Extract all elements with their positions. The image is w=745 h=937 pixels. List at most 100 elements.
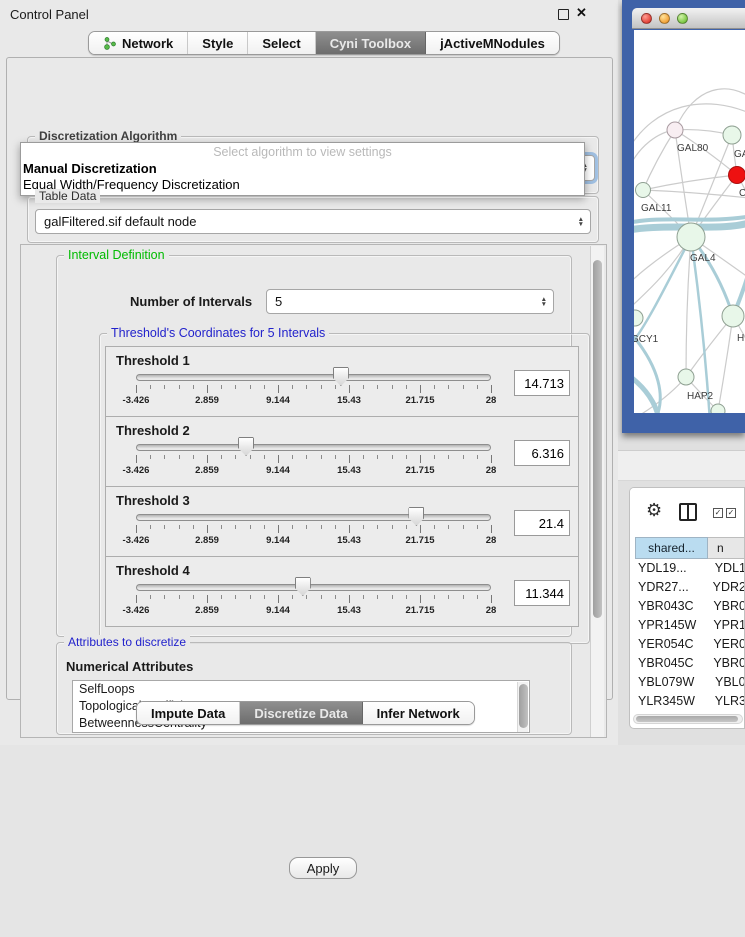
group-title: Table Data [35,189,100,203]
cell-shared-name: YIL052C [635,711,708,713]
group-title: Attributes to discretize [64,635,190,649]
slider-thumb[interactable] [408,507,424,526]
combo-arrows-icon: ▲▼ [578,217,584,227]
table-row[interactable]: YBR045CYBR0 [635,654,745,673]
tick-mark [292,455,293,459]
tick-mark [221,455,222,459]
table-row[interactable]: YDL19...YDL1 [635,559,745,578]
tab-impute-data[interactable]: Impute Data [137,702,240,724]
network-node[interactable] [722,305,744,327]
node-label: H [737,333,744,344]
tick-mark [477,455,478,459]
table-data-combobox[interactable]: galFiltered.sif default node ▲▼ [35,209,591,234]
slider-thumb[interactable] [238,437,254,456]
float-window-icon[interactable] [558,9,569,20]
tab-label: Impute Data [151,706,225,721]
tab-label: Discretize Data [254,706,347,721]
gear-icon[interactable]: ⚙ [646,500,662,521]
tick-label: -3.426 [123,535,150,546]
network-node[interactable] [729,167,745,184]
threshold-slider[interactable]: -3.4262.8599.14415.4321.71528 [136,417,491,488]
scrollbar-thumb[interactable] [593,260,602,618]
threshold-slider[interactable]: -3.4262.8599.14415.4321.71528 [136,347,491,418]
slider-track[interactable] [136,514,491,521]
network-node[interactable] [677,223,705,251]
zoom-traffic-light[interactable] [677,13,688,24]
tab-infer-network[interactable]: Infer Network [363,702,474,724]
attribute-list-item[interactable]: SelfLoops [73,681,529,698]
slider-thumb[interactable] [295,577,311,596]
tab-cyni-toolbox[interactable]: Cyni Toolbox [316,32,426,54]
table-row[interactable]: YBL079WYBL0 [635,673,745,692]
table-row[interactable]: YLR345WYLR3 [635,692,745,711]
close-icon[interactable]: ✕ [576,5,587,21]
tick-label: 9.144 [266,465,290,476]
network-canvas[interactable]: GAL80GACGAL11GAL4GCY1HHAP2 [634,30,745,413]
table-row[interactable]: YER054CYER0 [635,635,745,654]
network-node[interactable] [667,122,683,138]
tick-mark [150,455,151,459]
column-header-shared-name[interactable]: shared... [635,537,708,559]
close-traffic-light[interactable] [641,13,652,24]
table-row[interactable]: YIL052CYIL0 [635,711,745,713]
slider-track[interactable] [136,584,491,591]
apply-button[interactable]: Apply [289,857,357,879]
tab-select[interactable]: Select [248,32,315,54]
dropdown-option-manual[interactable]: Manual Discretization [21,160,584,176]
checkbox-icon[interactable]: ✓ [726,508,736,518]
checkbox-icon[interactable]: ✓ [713,508,723,518]
table-row[interactable]: YPR145WYPR1 [635,616,745,635]
slider-track[interactable] [136,444,491,451]
table-horizontal-scrollbar[interactable] [633,714,743,724]
number-of-intervals-combobox[interactable]: 5 ▲▼ [266,289,554,314]
top-tab-bar: Network Style Select Cyni Toolbox jActiv… [88,31,560,55]
tick-mark [377,385,378,389]
network-node[interactable] [723,126,741,144]
tab-jactivemnodules[interactable]: jActiveMNodules [426,32,559,54]
settings-scrollbar[interactable] [590,246,604,737]
attributes-list-scrollbar[interactable] [517,682,528,733]
tick-mark [448,455,449,459]
tab-style[interactable]: Style [188,32,248,54]
scrollbar-thumb[interactable] [636,716,738,722]
threshold-slider[interactable]: -3.4262.8599.14415.4321.71528 [136,557,491,628]
tick-mark [477,385,478,389]
tick-mark [477,525,478,529]
tick-mark [377,455,378,459]
threshold-slider[interactable]: -3.4262.8599.14415.4321.71528 [136,487,491,558]
cell-shared-name: YBL079W [635,673,708,692]
table-row[interactable]: YBR043CYBR0 [635,597,745,616]
tick-mark [406,455,407,459]
tick-mark [193,385,194,389]
threshold-value-field[interactable] [514,370,570,396]
network-node[interactable] [636,183,651,198]
threshold-value-field[interactable] [514,440,570,466]
scrollbar-thumb[interactable] [519,684,528,728]
slider-thumb[interactable] [333,367,349,386]
threshold-value-field[interactable] [514,510,570,536]
table-panel-titlebar: Table Panel [618,450,745,481]
tab-discretize-data[interactable]: Discretize Data [240,702,362,724]
split-columns-icon[interactable] [679,503,697,521]
tick-mark [207,595,208,603]
tick-mark [193,525,194,529]
node-label: C [739,188,745,199]
group-title: Discretization Algorithm [35,129,181,143]
minimize-traffic-light[interactable] [659,13,670,24]
network-node[interactable] [634,310,643,326]
tick-mark [463,595,464,599]
tick-mark [349,595,350,603]
tick-mark [235,455,236,459]
network-node[interactable] [711,404,725,413]
network-node[interactable] [678,369,694,385]
group-title: Interval Definition [64,248,169,262]
slider-track[interactable] [136,374,491,381]
threshold-value-field[interactable] [514,580,570,606]
tick-mark [306,455,307,459]
dropdown-option-equal-width[interactable]: Equal Width/Frequency Discretization [21,176,584,192]
tick-mark [164,595,165,599]
tab-network[interactable]: Network [89,32,188,54]
column-header-name[interactable]: n [708,537,745,559]
table-row[interactable]: YDR27...YDR2 [635,578,745,597]
network-window-titlebar[interactable] [632,8,745,29]
